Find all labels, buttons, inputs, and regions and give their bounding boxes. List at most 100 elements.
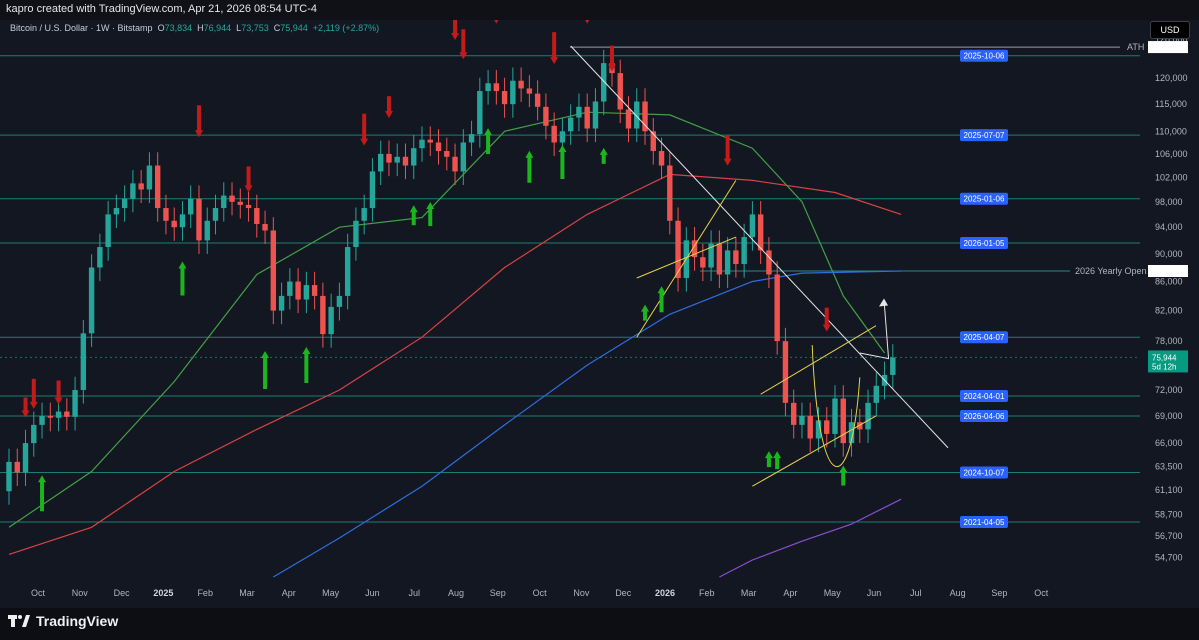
symbol-legend: Bitcoin / U.S. Dollar · 1W · Bitstamp O7…: [10, 23, 379, 33]
candle-body: [262, 223, 268, 231]
level-tag-label: 2025-01-06: [964, 195, 1005, 204]
x-tick-label: Oct: [31, 588, 46, 598]
candle-body: [336, 295, 343, 307]
buy-signal-arrow: [643, 310, 648, 321]
x-tick-label: May: [824, 588, 842, 598]
y-tick-label: 78,000: [1155, 336, 1183, 346]
candle-body: [617, 73, 623, 110]
downtrend-line: [570, 45, 949, 449]
level-tag-label: 2025-10-06: [964, 52, 1005, 61]
buy-signal-arrow-head: [302, 346, 311, 354]
credit-text: kapro created with TradingView.com, Apr …: [6, 3, 318, 15]
currency-button[interactable]: USD: [1150, 21, 1190, 39]
sell-signal-arrow-head: [21, 410, 30, 418]
symbol-name: Bitcoin / U.S. Dollar · 1W · Bitstamp: [10, 23, 153, 33]
candle-body: [510, 80, 516, 105]
countdown-label: 5d 12h: [1152, 362, 1176, 371]
x-tick-label: 2025: [153, 588, 173, 598]
x-tick-label: Jun: [867, 588, 882, 598]
candle-body: [105, 214, 111, 248]
moving-average-line: [8, 173, 902, 555]
candle-body: [369, 171, 376, 209]
candle-body: [890, 357, 896, 375]
sell-signal-arrow-head: [607, 64, 616, 72]
candle-body: [394, 156, 400, 163]
candle-body: [782, 341, 789, 403]
sell-signal-arrow: [362, 113, 367, 140]
level-tag-label: 2024-10-07: [964, 468, 1005, 477]
candle-body: [204, 220, 210, 241]
buy-signal-arrow: [841, 471, 846, 486]
y-tick-label: 110,000: [1155, 126, 1187, 136]
sell-signal-arrow: [246, 166, 251, 187]
sell-signal-arrow: [386, 96, 391, 113]
sell-signal-arrow: [725, 135, 730, 160]
x-tick-label: Mar: [239, 588, 255, 598]
candle-body: [791, 402, 797, 425]
candle-body: [865, 402, 871, 430]
tradingview-logo[interactable]: TradingView: [8, 613, 118, 629]
x-tick-label: Nov: [72, 588, 89, 598]
moving-average-line: [719, 498, 902, 578]
sell-signal-arrow: [23, 397, 28, 412]
candle-body: [658, 151, 665, 166]
ath-label: ATH: [1127, 42, 1144, 52]
sell-signal-arrow-head: [585, 20, 590, 24]
level-tag-label: 2021-04-05: [964, 518, 1005, 527]
x-tick-label: Feb: [699, 588, 715, 598]
high-value: 76,944: [203, 23, 232, 33]
y-tick-label: 63,500: [1155, 462, 1183, 472]
y-tick-label: 94,000: [1155, 222, 1183, 232]
y-tick-label: 54,700: [1155, 553, 1183, 563]
candle-body: [411, 148, 417, 166]
sell-signal-arrow: [609, 45, 614, 66]
candle-body: [229, 195, 235, 202]
y-tick-label: 69,000: [1155, 411, 1183, 421]
projection-arrow-head: [879, 298, 888, 307]
candle-body: [378, 153, 384, 172]
y-tick-label: 98,000: [1155, 197, 1183, 207]
candle-body: [501, 91, 508, 105]
buy-signal-arrow-head: [764, 451, 773, 459]
candle-body: [121, 198, 128, 209]
x-tick-label: Jul: [910, 588, 922, 598]
tradingview-logo-icon: [8, 615, 30, 627]
candle-body: [526, 88, 533, 94]
x-tick-label: Dec: [114, 588, 131, 598]
buy-signal-arrow-head: [409, 205, 418, 213]
sell-signal-arrow-head: [360, 138, 369, 146]
last-price-label: 75,944: [1152, 353, 1177, 362]
level-tag-label: 2024-04-01: [964, 392, 1005, 401]
candle-body: [452, 156, 458, 172]
x-tick-label: Jun: [365, 588, 380, 598]
buy-signal-arrow-head: [773, 451, 782, 459]
y-tick-label: 61,100: [1155, 485, 1183, 495]
buy-signal-arrow-head: [641, 304, 650, 312]
candle-body: [270, 230, 277, 311]
candle-body: [468, 134, 475, 143]
moving-average-line: [8, 111, 886, 528]
candle-body: [146, 165, 153, 190]
candle-body: [832, 398, 838, 434]
candle-body: [353, 220, 359, 248]
candle-body: [402, 156, 409, 166]
candle-body: [311, 285, 318, 296]
price-chart[interactable]: 54,700 56,700 58,700 61,100 63,500 66,000 69,0…: [0, 20, 1199, 608]
candle-body: [733, 250, 739, 265]
close-value: 75,944: [280, 23, 308, 33]
y-tick-label: 56,700: [1155, 531, 1183, 541]
x-tick-label: Sep: [490, 588, 506, 598]
buy-signal-arrow: [659, 292, 664, 313]
logo-text: TradingView: [36, 613, 119, 629]
candle-body: [460, 142, 466, 172]
candle-body: [14, 461, 20, 473]
buy-signal-arrow-head: [839, 465, 848, 473]
candle-body: [138, 183, 144, 190]
x-tick-label: Oct: [533, 588, 548, 598]
candle-body: [667, 165, 673, 221]
candle-body: [840, 398, 846, 444]
candle-body: [576, 106, 582, 118]
level-tag-label: 2025-07-07: [964, 131, 1005, 140]
sell-signal-arrow-head: [194, 130, 203, 138]
sell-signal-arrow: [31, 378, 36, 403]
